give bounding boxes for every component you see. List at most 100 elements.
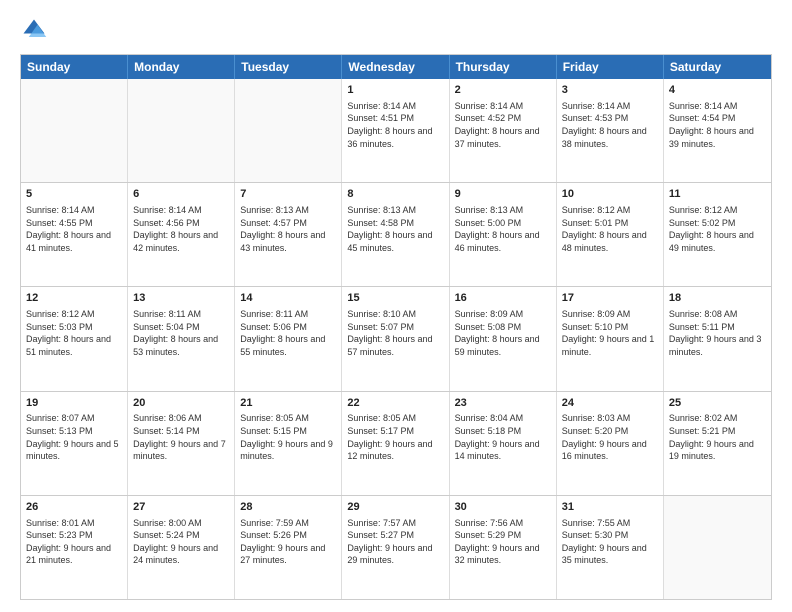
day-number: 5 xyxy=(26,187,122,202)
cell-text: Sunrise: 8:14 AM Sunset: 4:54 PM Dayligh… xyxy=(669,100,766,150)
calendar-week: 1 Sunrise: 8:14 AM Sunset: 4:51 PM Daylig… xyxy=(21,79,771,183)
cell-text: Sunrise: 8:14 AM Sunset: 4:51 PM Dayligh… xyxy=(347,100,443,150)
calendar-cell xyxy=(128,79,235,182)
calendar-cell: 11 Sunrise: 8:12 AM Sunset: 5:02 PM Dayli… xyxy=(664,183,771,286)
calendar-cell: 20Sunrise: 8:06 AM Sunset: 5:14 PM Dayli… xyxy=(128,392,235,495)
calendar-header-cell: Sunday xyxy=(21,55,128,79)
day-number: 12 xyxy=(26,291,122,306)
day-number: 7 xyxy=(240,187,336,202)
calendar-cell: 10 Sunrise: 8:12 AM Sunset: 5:01 PM Dayli… xyxy=(557,183,664,286)
day-number: 6 xyxy=(133,187,229,202)
calendar-week: 19Sunrise: 8:07 AM Sunset: 5:13 PM Dayli… xyxy=(21,392,771,496)
calendar-cell xyxy=(235,79,342,182)
cell-text: Sunrise: 8:04 AM Sunset: 5:18 PM Dayligh… xyxy=(455,412,551,462)
cell-text: Sunrise: 8:12 AM Sunset: 5:01 PM Dayligh… xyxy=(562,204,658,254)
calendar-cell: 21Sunrise: 8:05 AM Sunset: 5:15 PM Dayli… xyxy=(235,392,342,495)
cell-text: Sunrise: 8:01 AM Sunset: 5:23 PM Dayligh… xyxy=(26,517,122,567)
calendar-cell xyxy=(21,79,128,182)
cell-text: Sunrise: 8:12 AM Sunset: 5:02 PM Dayligh… xyxy=(669,204,766,254)
calendar-header-cell: Thursday xyxy=(450,55,557,79)
calendar-body: 1 Sunrise: 8:14 AM Sunset: 4:51 PM Daylig… xyxy=(21,79,771,599)
calendar-cell: 5 Sunrise: 8:14 AM Sunset: 4:55 PM Daylig… xyxy=(21,183,128,286)
cell-text: Sunrise: 8:05 AM Sunset: 5:17 PM Dayligh… xyxy=(347,412,443,462)
day-number: 1 xyxy=(347,83,443,98)
calendar-cell: 24Sunrise: 8:03 AM Sunset: 5:20 PM Dayli… xyxy=(557,392,664,495)
day-number: 4 xyxy=(669,83,766,98)
day-number: 2 xyxy=(455,83,551,98)
cell-text: Sunrise: 8:14 AM Sunset: 4:55 PM Dayligh… xyxy=(26,204,122,254)
calendar-header-cell: Tuesday xyxy=(235,55,342,79)
day-number: 3 xyxy=(562,83,658,98)
calendar-cell: 28 Sunrise: 7:59 AM Sunset: 5:26 PM Dayli… xyxy=(235,496,342,599)
cell-text: Sunrise: 8:09 AM Sunset: 5:10 PM Dayligh… xyxy=(562,308,658,358)
header xyxy=(20,16,772,44)
day-number: 14 xyxy=(240,291,336,306)
day-number: 13 xyxy=(133,291,229,306)
calendar-week: 12 Sunrise: 8:12 AM Sunset: 5:03 PM Dayli… xyxy=(21,287,771,391)
logo xyxy=(20,16,52,44)
day-number: 19 xyxy=(26,396,122,411)
day-number: 27 xyxy=(133,500,229,515)
day-number: 26 xyxy=(26,500,122,515)
day-number: 9 xyxy=(455,187,551,202)
calendar-header-cell: Friday xyxy=(557,55,664,79)
day-number: 25 xyxy=(669,396,766,411)
calendar-header-cell: Monday xyxy=(128,55,235,79)
cell-text: Sunrise: 8:02 AM Sunset: 5:21 PM Dayligh… xyxy=(669,412,766,462)
cell-text: Sunrise: 8:13 AM Sunset: 4:57 PM Dayligh… xyxy=(240,204,336,254)
day-number: 10 xyxy=(562,187,658,202)
calendar-cell xyxy=(664,496,771,599)
day-number: 11 xyxy=(669,187,766,202)
page: SundayMondayTuesdayWednesdayThursdayFrid… xyxy=(0,0,792,612)
day-number: 28 xyxy=(240,500,336,515)
cell-text: Sunrise: 8:08 AM Sunset: 5:11 PM Dayligh… xyxy=(669,308,766,358)
cell-text: Sunrise: 8:06 AM Sunset: 5:14 PM Dayligh… xyxy=(133,412,229,462)
cell-text: Sunrise: 7:57 AM Sunset: 5:27 PM Dayligh… xyxy=(347,517,443,567)
cell-text: Sunrise: 8:14 AM Sunset: 4:53 PM Dayligh… xyxy=(562,100,658,150)
calendar-cell: 27 Sunrise: 8:00 AM Sunset: 5:24 PM Dayli… xyxy=(128,496,235,599)
calendar-cell: 2 Sunrise: 8:14 AM Sunset: 4:52 PM Daylig… xyxy=(450,79,557,182)
calendar-cell: 3 Sunrise: 8:14 AM Sunset: 4:53 PM Daylig… xyxy=(557,79,664,182)
calendar-cell: 25Sunrise: 8:02 AM Sunset: 5:21 PM Dayli… xyxy=(664,392,771,495)
day-number: 23 xyxy=(455,396,551,411)
cell-text: Sunrise: 8:03 AM Sunset: 5:20 PM Dayligh… xyxy=(562,412,658,462)
day-number: 31 xyxy=(562,500,658,515)
calendar-cell: 26 Sunrise: 8:01 AM Sunset: 5:23 PM Dayli… xyxy=(21,496,128,599)
day-number: 30 xyxy=(455,500,551,515)
calendar-cell: 7 Sunrise: 8:13 AM Sunset: 4:57 PM Daylig… xyxy=(235,183,342,286)
day-number: 24 xyxy=(562,396,658,411)
cell-text: Sunrise: 8:00 AM Sunset: 5:24 PM Dayligh… xyxy=(133,517,229,567)
calendar-cell: 1 Sunrise: 8:14 AM Sunset: 4:51 PM Daylig… xyxy=(342,79,449,182)
calendar-cell: 15 Sunrise: 8:10 AM Sunset: 5:07 PM Dayli… xyxy=(342,287,449,390)
calendar-header-row: SundayMondayTuesdayWednesdayThursdayFrid… xyxy=(21,55,771,79)
calendar-cell: 8 Sunrise: 8:13 AM Sunset: 4:58 PM Daylig… xyxy=(342,183,449,286)
cell-text: Sunrise: 7:59 AM Sunset: 5:26 PM Dayligh… xyxy=(240,517,336,567)
day-number: 18 xyxy=(669,291,766,306)
calendar-cell: 13Sunrise: 8:11 AM Sunset: 5:04 PM Dayli… xyxy=(128,287,235,390)
day-number: 8 xyxy=(347,187,443,202)
logo-icon xyxy=(20,16,48,44)
calendar-cell: 6Sunrise: 8:14 AM Sunset: 4:56 PM Daylig… xyxy=(128,183,235,286)
calendar-cell: 19Sunrise: 8:07 AM Sunset: 5:13 PM Dayli… xyxy=(21,392,128,495)
calendar-week: 5 Sunrise: 8:14 AM Sunset: 4:55 PM Daylig… xyxy=(21,183,771,287)
calendar-cell: 29 Sunrise: 7:57 AM Sunset: 5:27 PM Dayli… xyxy=(342,496,449,599)
calendar-cell: 30 Sunrise: 7:56 AM Sunset: 5:29 PM Dayli… xyxy=(450,496,557,599)
calendar-cell: 4 Sunrise: 8:14 AM Sunset: 4:54 PM Daylig… xyxy=(664,79,771,182)
cell-text: Sunrise: 8:12 AM Sunset: 5:03 PM Dayligh… xyxy=(26,308,122,358)
cell-text: Sunrise: 8:10 AM Sunset: 5:07 PM Dayligh… xyxy=(347,308,443,358)
cell-text: Sunrise: 7:56 AM Sunset: 5:29 PM Dayligh… xyxy=(455,517,551,567)
cell-text: Sunrise: 8:13 AM Sunset: 4:58 PM Dayligh… xyxy=(347,204,443,254)
calendar-cell: 22Sunrise: 8:05 AM Sunset: 5:17 PM Dayli… xyxy=(342,392,449,495)
cell-text: Sunrise: 8:09 AM Sunset: 5:08 PM Dayligh… xyxy=(455,308,551,358)
day-number: 16 xyxy=(455,291,551,306)
cell-text: Sunrise: 8:14 AM Sunset: 4:52 PM Dayligh… xyxy=(455,100,551,150)
day-number: 15 xyxy=(347,291,443,306)
cell-text: Sunrise: 8:05 AM Sunset: 5:15 PM Dayligh… xyxy=(240,412,336,462)
calendar-header-cell: Wednesday xyxy=(342,55,449,79)
calendar-cell: 16 Sunrise: 8:09 AM Sunset: 5:08 PM Dayli… xyxy=(450,287,557,390)
calendar-cell: 31Sunrise: 7:55 AM Sunset: 5:30 PM Dayli… xyxy=(557,496,664,599)
day-number: 22 xyxy=(347,396,443,411)
calendar-week: 26 Sunrise: 8:01 AM Sunset: 5:23 PM Dayli… xyxy=(21,496,771,599)
day-number: 29 xyxy=(347,500,443,515)
calendar-cell: 12 Sunrise: 8:12 AM Sunset: 5:03 PM Dayli… xyxy=(21,287,128,390)
